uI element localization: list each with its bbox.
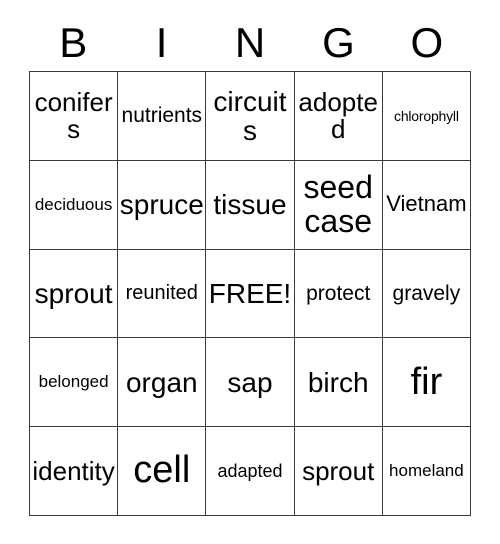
bingo-cell-o3[interactable]: gravely — [382, 249, 471, 339]
bingo-cell-label: deciduous — [34, 194, 113, 214]
bingo-cell-g2[interactable]: seed case — [294, 160, 383, 250]
bingo-cell-label: homeland — [389, 461, 464, 481]
bingo-cell-label: spruce — [119, 189, 204, 221]
free-space-label: FREE! — [208, 277, 292, 309]
bingo-cell-label: reunited — [125, 282, 198, 305]
bingo-cell-i1[interactable]: nutrients — [118, 72, 207, 161]
bingo-cell-label: protect — [306, 281, 371, 305]
bingo-cell-label: sprout — [302, 455, 375, 486]
bingo-cell-g4[interactable]: birch — [294, 338, 383, 428]
bingo-cell-label: Vietnam — [386, 191, 467, 217]
bingo-card: B I N G O conifers nutrients circuits ad… — [0, 0, 500, 544]
bingo-cell-o2[interactable]: Vietnam — [382, 160, 471, 250]
bingo-cell-o1[interactable]: chlorophyll — [382, 72, 471, 161]
header-letter-i: I — [155, 18, 168, 66]
bingo-cell-label: belonged — [38, 372, 109, 392]
header-letter-n: N — [234, 18, 266, 66]
bingo-cell-n1[interactable]: circuits — [206, 72, 295, 161]
bingo-cell-o4[interactable]: fir — [382, 338, 471, 428]
bingo-cell-label: seed case — [303, 169, 373, 239]
bingo-cell-label: identity — [32, 455, 115, 486]
bingo-cell-label: sap — [227, 366, 273, 398]
bingo-cell-label: conifers — [34, 86, 113, 144]
bingo-cell-label: sprout — [34, 277, 113, 309]
bingo-cell-g3[interactable]: protect — [294, 249, 383, 339]
bingo-grid: conifers nutrients circuits adopted chlo… — [29, 71, 471, 516]
bingo-cell-i3[interactable]: reunited — [118, 249, 207, 339]
bingo-header-row: B I N G O — [29, 14, 471, 71]
bingo-cell-label: circuits — [213, 85, 287, 146]
bingo-cell-b5[interactable]: identity — [30, 427, 119, 516]
bingo-cell-free-space[interactable]: FREE! — [206, 249, 295, 339]
bingo-cell-label: fir — [410, 360, 443, 403]
bingo-cell-b2[interactable]: deciduous — [30, 160, 119, 250]
bingo-cell-label: chlorophyll — [394, 107, 459, 124]
bingo-cell-label: gravely — [392, 281, 461, 305]
bingo-cell-b1[interactable]: conifers — [30, 72, 119, 161]
bingo-cell-i5[interactable]: cell — [118, 427, 207, 516]
bingo-cell-g1[interactable]: adopted — [294, 72, 383, 161]
bingo-cell-label: cell — [133, 449, 191, 492]
bingo-cell-o5[interactable]: homeland — [382, 427, 471, 516]
bingo-cell-i4[interactable]: organ — [118, 338, 207, 428]
bingo-cell-i2[interactable]: spruce — [118, 160, 207, 250]
header-letter-g: G — [322, 18, 355, 66]
bingo-cell-label: adopted — [298, 86, 378, 144]
header-letter-b: B — [59, 18, 88, 66]
bingo-cell-g5[interactable]: sprout — [294, 427, 383, 516]
bingo-cell-n4[interactable]: sap — [206, 338, 295, 428]
bingo-cell-label: adapted — [217, 460, 283, 481]
bingo-cell-b4[interactable]: belonged — [30, 338, 119, 428]
bingo-cell-label: tissue — [213, 189, 287, 221]
bingo-cell-label: organ — [125, 366, 198, 398]
header-letter-o: O — [410, 18, 444, 66]
bingo-cell-b3[interactable]: sprout — [30, 249, 119, 339]
bingo-cell-n5[interactable]: adapted — [206, 427, 295, 516]
bingo-cell-label: nutrients — [121, 103, 203, 127]
bingo-cell-label: birch — [307, 366, 369, 398]
bingo-cell-n2[interactable]: tissue — [206, 160, 295, 250]
